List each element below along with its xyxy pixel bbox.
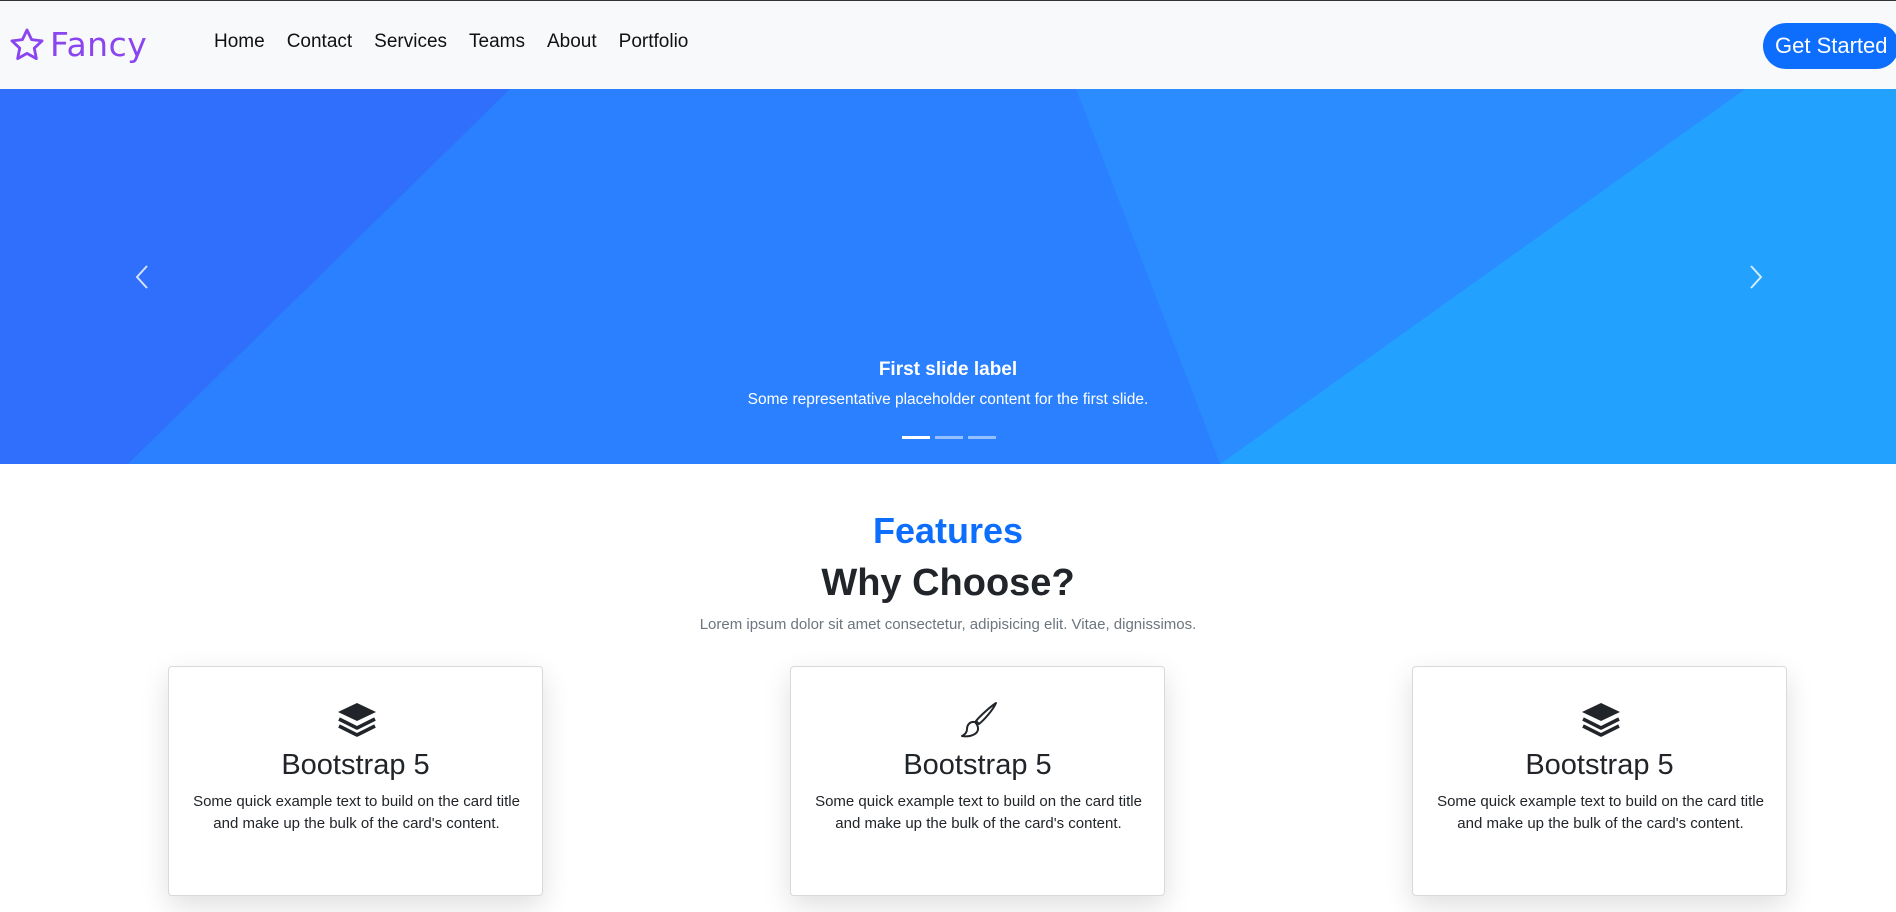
slide-text: Some representative placeholder content …: [747, 391, 1149, 408]
nav-link-portfolio[interactable]: Portfolio: [619, 31, 689, 53]
layers-icon: [338, 703, 376, 737]
features-subtitle: Lorem ipsum dolor sit amet consectetur, …: [699, 616, 1197, 633]
nav-link-about[interactable]: About: [547, 31, 597, 53]
star-icon: [10, 28, 44, 60]
brush-icon: [961, 702, 997, 738]
carousel-next-button[interactable]: [1738, 255, 1774, 299]
carousel-indicator-3[interactable]: [968, 436, 996, 439]
chevron-left-icon: [135, 265, 148, 289]
feature-card: Bootstrap 5 Some quick example text to b…: [168, 666, 543, 896]
hero-carousel: First slide label Some representative pl…: [0, 89, 1896, 464]
nav-link-contact[interactable]: Contact: [287, 31, 352, 53]
slide-title: First slide label: [878, 359, 1018, 380]
features-title: Why Choose?: [821, 562, 1075, 604]
card-title: Bootstrap 5: [281, 749, 430, 781]
nav-link-teams[interactable]: Teams: [469, 31, 525, 53]
top-navbar: Fancy Home Contact Services Teams About …: [0, 0, 1896, 89]
card-title: Bootstrap 5: [903, 749, 1052, 781]
card-title: Bootstrap 5: [1525, 749, 1674, 781]
layers-icon: [1582, 703, 1620, 737]
nav-link-home[interactable]: Home: [214, 31, 265, 53]
brand-name: Fancy: [50, 25, 148, 64]
carousel-indicator-1[interactable]: [902, 436, 930, 439]
brand-link[interactable]: Fancy: [8, 25, 147, 64]
carousel-indicators: [902, 436, 1001, 439]
card-text: Some quick example text to build on the …: [815, 793, 1142, 832]
feature-card: Bootstrap 5 Some quick example text to b…: [1412, 666, 1787, 896]
carousel-prev-button[interactable]: [124, 255, 160, 299]
chevron-right-icon: [1750, 265, 1763, 289]
card-text: Some quick example text to build on the …: [1437, 793, 1764, 832]
features-kicker: Features: [872, 510, 1024, 551]
feature-card: Bootstrap 5 Some quick example text to b…: [790, 666, 1165, 896]
carousel-indicator-2[interactable]: [935, 436, 963, 439]
get-started-button[interactable]: Get Started: [1763, 23, 1896, 69]
card-text: Some quick example text to build on the …: [193, 793, 520, 832]
nav-links: Home Contact Services Teams About Portfo…: [214, 31, 710, 53]
nav-link-services[interactable]: Services: [374, 31, 447, 53]
